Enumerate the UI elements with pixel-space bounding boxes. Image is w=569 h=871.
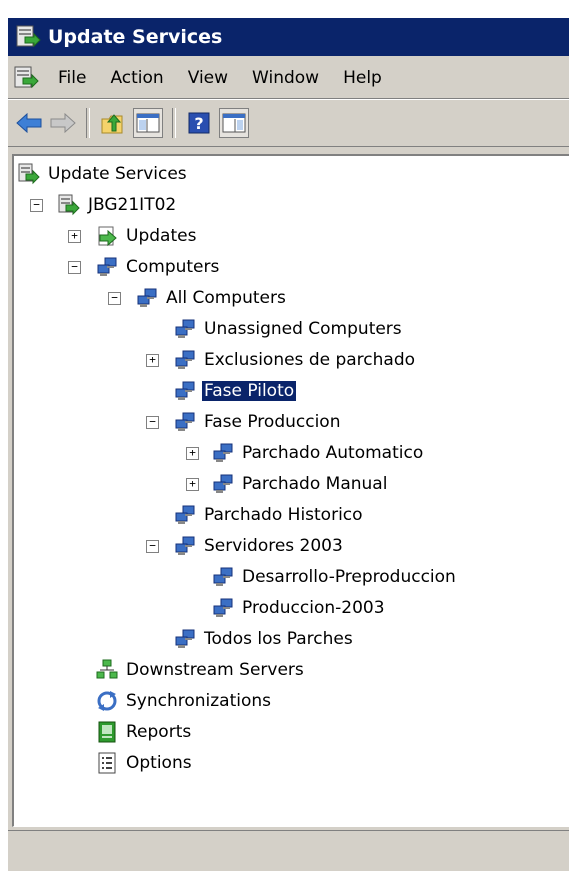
forward-icon bbox=[50, 113, 76, 133]
tree-label: Synchronizations bbox=[126, 691, 272, 711]
toolbar-separator bbox=[172, 108, 176, 138]
expand-toggle[interactable]: + bbox=[146, 354, 159, 367]
computer-group-icon bbox=[175, 319, 195, 338]
help-button[interactable]: ? bbox=[185, 109, 213, 137]
computer-group-icon bbox=[137, 288, 157, 307]
tree-item-todos-los-parches[interactable]: Todos los Parches bbox=[174, 625, 355, 653]
menu-help[interactable]: Help bbox=[331, 68, 394, 88]
menu-view[interactable]: View bbox=[176, 68, 240, 88]
tree-item-reports[interactable]: Reports bbox=[96, 718, 193, 746]
tree-label-selected: Fase Piloto bbox=[200, 380, 298, 402]
expand-toggle[interactable]: + bbox=[68, 230, 81, 243]
tree-label: Exclusiones de parchado bbox=[204, 350, 416, 370]
menu-file[interactable]: File bbox=[46, 68, 98, 88]
console-tree: Update Services − JBG21IT02 + Updates − bbox=[12, 154, 569, 827]
main-window: Update Services File Action View Window … bbox=[8, 18, 569, 871]
collapse-toggle[interactable]: − bbox=[68, 261, 81, 274]
tree-label: Unassigned Computers bbox=[204, 319, 402, 339]
computer-group-icon bbox=[213, 598, 233, 617]
show-hide-tree-button[interactable] bbox=[133, 108, 163, 138]
collapse-toggle[interactable]: − bbox=[146, 416, 159, 429]
show-hide-tree-icon bbox=[136, 113, 160, 133]
status-bar bbox=[8, 830, 569, 871]
collapse-toggle[interactable]: − bbox=[30, 199, 43, 212]
computer-group-icon bbox=[175, 536, 195, 555]
tree-label: Options bbox=[126, 753, 192, 773]
tree-label: Parchado Manual bbox=[242, 474, 388, 494]
server-icon bbox=[58, 194, 80, 216]
computer-group-icon bbox=[213, 443, 233, 462]
computers-icon bbox=[97, 257, 117, 276]
up-folder-button[interactable] bbox=[99, 109, 127, 137]
tree-item-fase-piloto[interactable]: Fase Piloto bbox=[174, 377, 298, 405]
back-button[interactable] bbox=[15, 109, 43, 137]
tree-item-update-services[interactable]: Update Services bbox=[18, 160, 189, 188]
tree-label: Downstream Servers bbox=[126, 660, 304, 680]
collapse-toggle[interactable]: − bbox=[146, 540, 159, 553]
menu-bar: File Action View Window Help bbox=[8, 58, 569, 98]
synchronizations-icon bbox=[97, 691, 117, 711]
tree-label: Fase Produccion bbox=[204, 412, 341, 432]
title-bar[interactable]: Update Services bbox=[8, 18, 569, 56]
tree-item-updates[interactable]: Updates bbox=[96, 222, 198, 250]
tree-item-produccion-2003[interactable]: Produccion-2003 bbox=[212, 594, 387, 622]
tree-label: Desarrollo-Preproduccion bbox=[242, 567, 456, 587]
tree-item-fase-produccion[interactable]: Fase Produccion bbox=[174, 408, 342, 436]
tree-label: Update Services bbox=[48, 164, 187, 184]
computer-group-icon bbox=[175, 505, 195, 524]
options-icon bbox=[98, 752, 116, 774]
forward-button[interactable] bbox=[49, 109, 77, 137]
tree-item-parchado-manual[interactable]: Parchado Manual bbox=[212, 470, 389, 498]
tree-label: Computers bbox=[126, 257, 220, 277]
tree-item-desarrollo-preproduccion[interactable]: Desarrollo-Preproduccion bbox=[212, 563, 458, 591]
help-icon: ? bbox=[188, 112, 210, 134]
tree-label: All Computers bbox=[166, 288, 286, 308]
toolbar-separator bbox=[86, 108, 90, 138]
tree-item-downstream-servers[interactable]: Downstream Servers bbox=[96, 656, 306, 684]
update-services-icon bbox=[18, 163, 40, 185]
computer-group-icon bbox=[175, 350, 195, 369]
downstream-servers-icon bbox=[96, 659, 118, 679]
tree-label: Parchado Automatico bbox=[242, 443, 424, 463]
action-pane-button[interactable] bbox=[219, 108, 249, 138]
svg-text:?: ? bbox=[194, 114, 203, 133]
tree-item-servidores-2003[interactable]: Servidores 2003 bbox=[174, 532, 345, 560]
reports-icon bbox=[98, 721, 116, 743]
tree-label: Reports bbox=[126, 722, 192, 742]
computer-group-icon bbox=[175, 381, 195, 400]
window-title: Update Services bbox=[48, 26, 223, 48]
computer-group-icon bbox=[175, 629, 195, 648]
up-folder-icon bbox=[101, 114, 123, 134]
computer-group-icon bbox=[213, 474, 233, 493]
tree-item-parchado-automatico[interactable]: Parchado Automatico bbox=[212, 439, 425, 467]
tree-label: Servidores 2003 bbox=[204, 536, 343, 556]
update-services-icon bbox=[16, 25, 41, 48]
tree-label: Updates bbox=[126, 226, 197, 246]
tree-item-server[interactable]: JBG21IT02 bbox=[58, 191, 178, 219]
tree-item-unassigned-computers[interactable]: Unassigned Computers bbox=[174, 315, 404, 343]
updates-icon bbox=[98, 226, 117, 247]
collapse-toggle[interactable]: − bbox=[108, 292, 121, 305]
tree-item-synchronizations[interactable]: Synchronizations bbox=[96, 687, 273, 715]
menu-action[interactable]: Action bbox=[98, 68, 175, 88]
tree-item-parchado-historico[interactable]: Parchado Historico bbox=[174, 501, 365, 529]
tree-item-exclusiones[interactable]: Exclusiones de parchado bbox=[174, 346, 417, 374]
action-pane-icon bbox=[222, 113, 246, 133]
back-icon bbox=[16, 113, 42, 133]
expand-toggle[interactable]: + bbox=[186, 447, 199, 460]
divider bbox=[8, 146, 569, 147]
computer-group-icon bbox=[175, 412, 195, 431]
expand-toggle[interactable]: + bbox=[186, 478, 199, 491]
tree-label: Produccion-2003 bbox=[242, 598, 385, 618]
tree-item-options[interactable]: Options bbox=[96, 749, 194, 777]
tree-label: JBG21IT02 bbox=[88, 195, 177, 215]
menu-window[interactable]: Window bbox=[240, 68, 331, 88]
computer-group-icon bbox=[213, 567, 233, 586]
tree-item-all-computers[interactable]: All Computers bbox=[136, 284, 288, 312]
toolbar: ? bbox=[8, 100, 569, 146]
update-services-icon[interactable] bbox=[14, 65, 40, 91]
tree-label: Parchado Historico bbox=[204, 505, 363, 525]
tree-label: Todos los Parches bbox=[204, 629, 353, 649]
tree-item-computers[interactable]: Computers bbox=[96, 253, 221, 281]
